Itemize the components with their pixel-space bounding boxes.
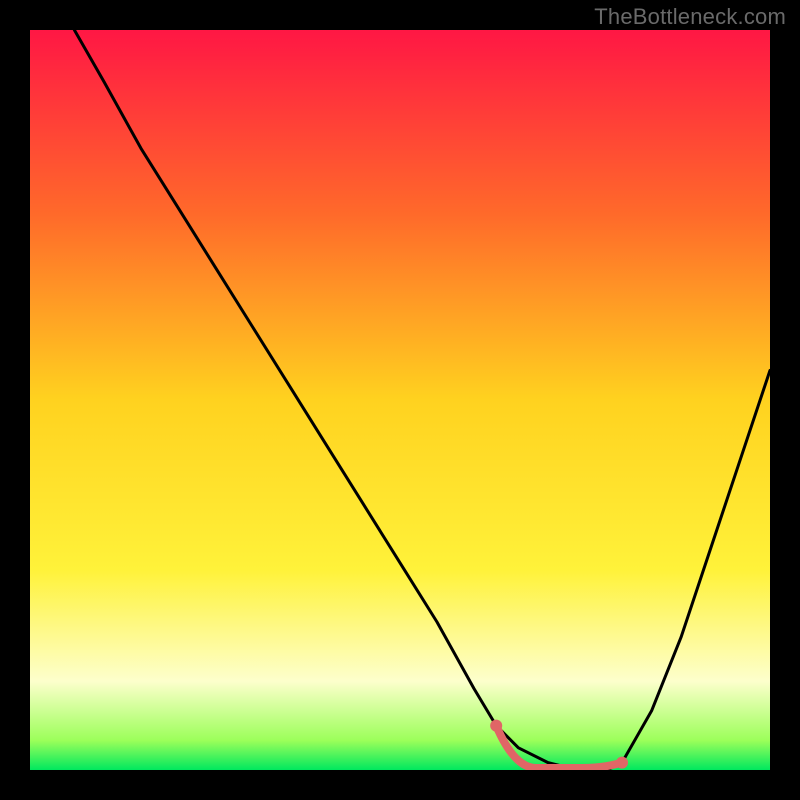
optimum-marker-right <box>616 757 628 769</box>
watermark-text: TheBottleneck.com <box>594 4 786 30</box>
bottleneck-chart <box>30 30 770 770</box>
optimum-marker-left <box>490 720 502 732</box>
gradient-panel <box>30 30 770 770</box>
